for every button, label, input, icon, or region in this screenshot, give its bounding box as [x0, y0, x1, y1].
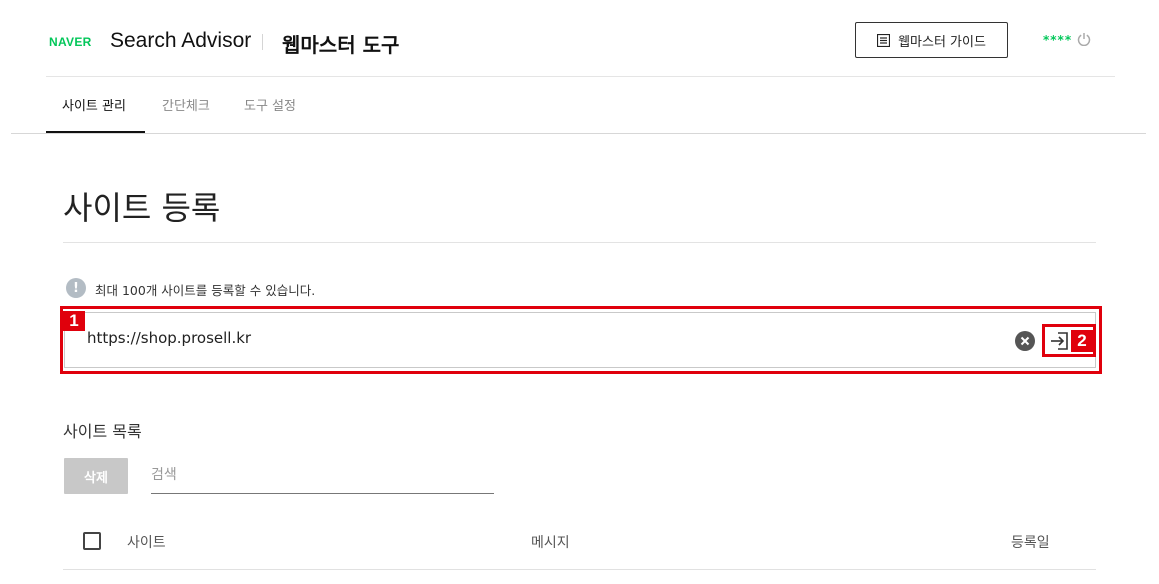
- site-search-field: [151, 458, 494, 494]
- column-registered-date[interactable]: 등록일: [1011, 532, 1050, 552]
- annotation-badge-1: 1: [63, 311, 85, 331]
- column-site[interactable]: 사이트: [127, 532, 166, 552]
- annotation-highlight-1: [60, 306, 1102, 374]
- site-limit-notice: 최대 100개 사이트를 등록할 수 있습니다.: [95, 283, 316, 298]
- site-search-input[interactable]: [151, 467, 491, 483]
- site-table-header: 사이트 메시지 등록일: [63, 522, 1096, 570]
- app-subtitle[interactable]: 웹마스터 도구: [282, 29, 399, 58]
- title-divider-line: [63, 242, 1096, 243]
- annotation-badge-2: 2: [1071, 330, 1093, 352]
- active-tab-indicator: [46, 131, 145, 133]
- nav-tabs: 사이트 관리 간단체크 도구 설정: [11, 77, 1146, 134]
- tab-quick-check[interactable]: 간단체크: [162, 95, 210, 114]
- delete-button[interactable]: 삭제: [64, 458, 128, 494]
- logout-power-icon[interactable]: [1077, 32, 1091, 46]
- user-name: ****: [1043, 33, 1073, 47]
- tab-site-management[interactable]: 사이트 관리: [62, 95, 126, 114]
- site-list-title: 사이트 목록: [63, 422, 142, 441]
- select-all-checkbox[interactable]: [83, 532, 101, 550]
- webmaster-guide-label: 웹마스터 가이드: [898, 34, 986, 50]
- column-message[interactable]: 메시지: [531, 532, 570, 552]
- top-header: NAVER Search Advisor 웹마스터 도구 웹마스터 가이드 **…: [46, 0, 1115, 77]
- page-title: 사이트 등록: [63, 189, 221, 227]
- app-title[interactable]: Search Advisor: [110, 29, 251, 53]
- webmaster-guide-button[interactable]: 웹마스터 가이드: [855, 22, 1008, 58]
- title-divider: [262, 34, 263, 50]
- document-icon: [877, 33, 891, 47]
- info-icon: !: [66, 278, 86, 298]
- tab-tool-settings[interactable]: 도구 설정: [244, 95, 296, 114]
- naver-logo[interactable]: NAVER: [49, 35, 92, 49]
